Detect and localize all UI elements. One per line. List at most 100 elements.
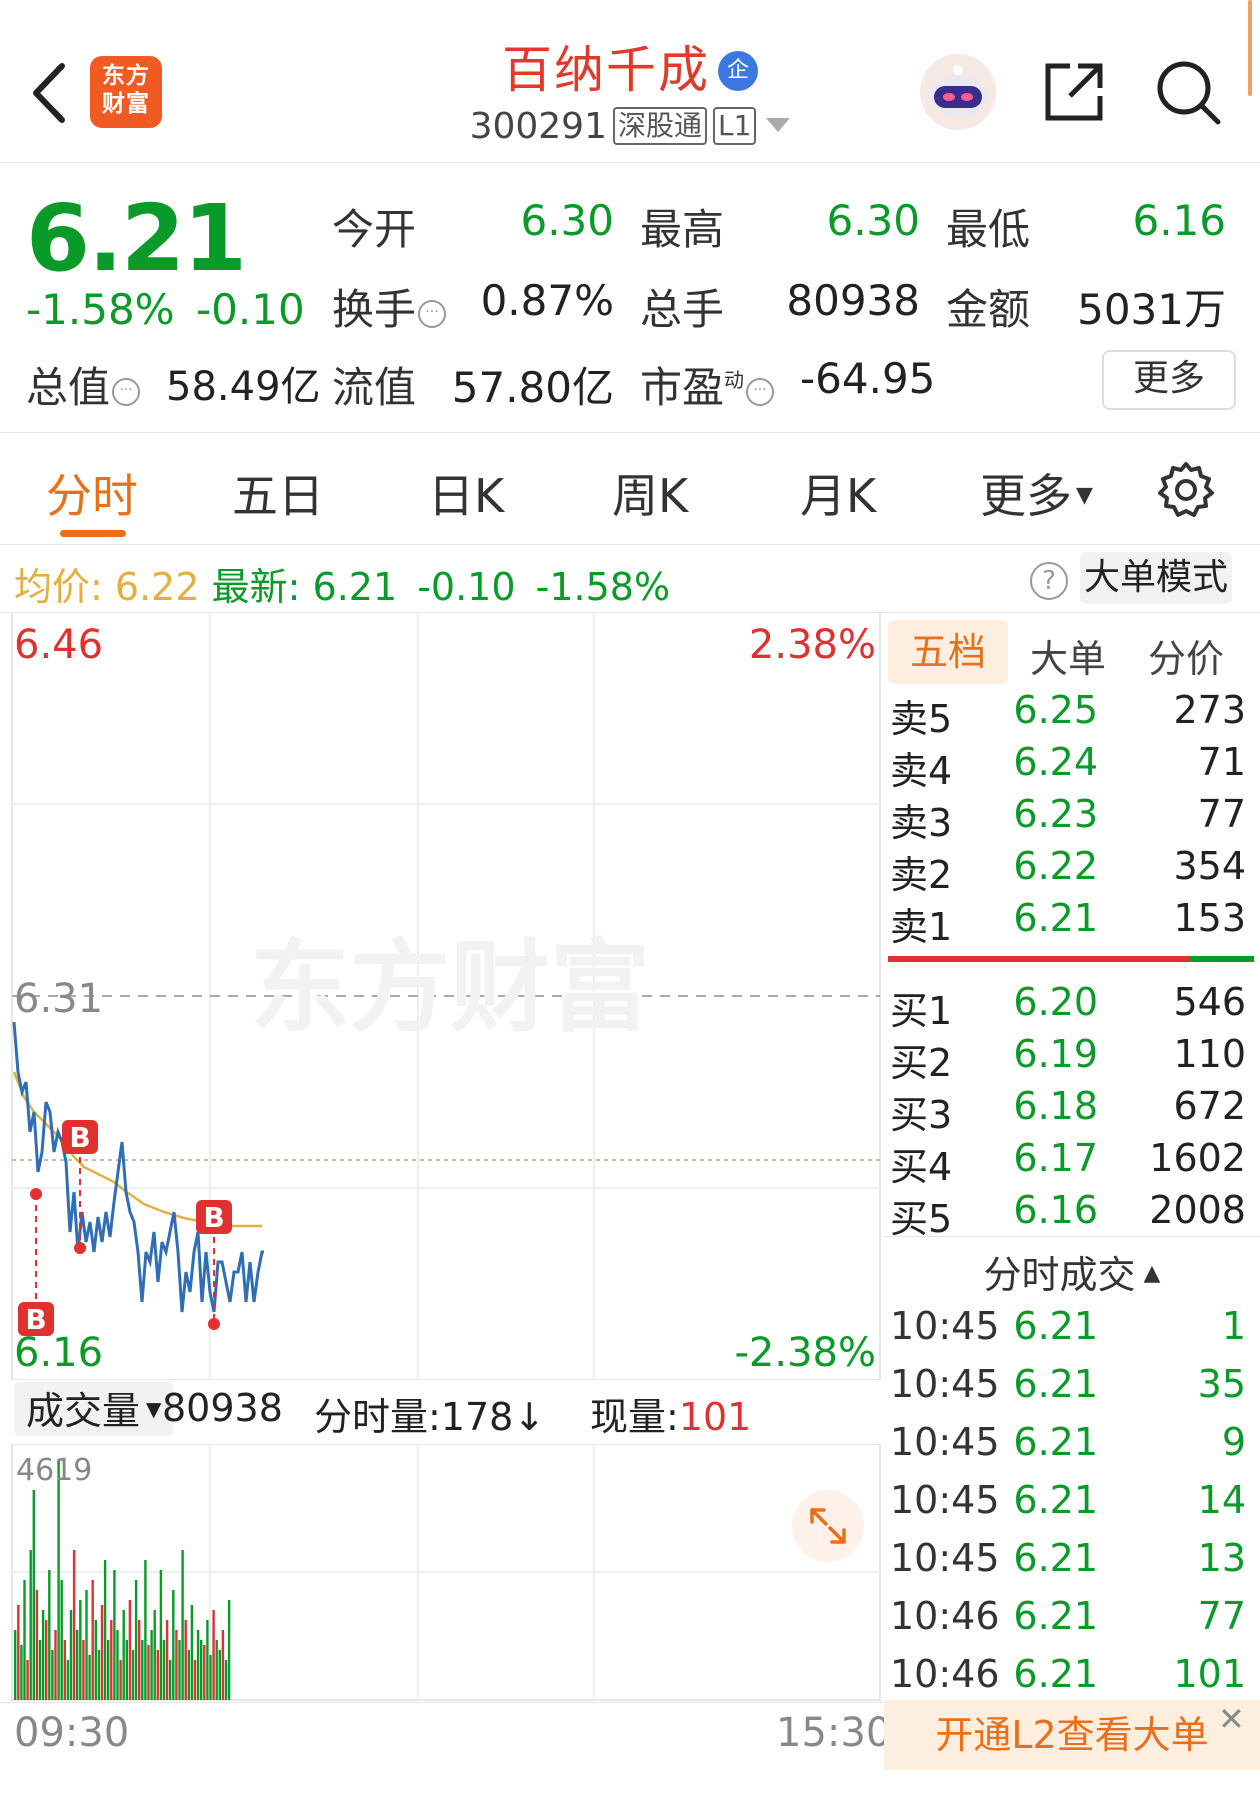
- volume-bar: [88, 1655, 91, 1700]
- volume-bar: [103, 1560, 107, 1700]
- buy-marker-label: B: [69, 1121, 90, 1154]
- big-order-mode-button[interactable]: 大单模式: [1080, 552, 1232, 604]
- bid-row: 买3 6.18 672: [890, 1084, 1246, 1137]
- bid-row: 买1 6.20 546: [890, 980, 1246, 1033]
- low-value: 6.16: [1132, 196, 1226, 245]
- volume-bar: [125, 1640, 128, 1700]
- buy-marker[interactable]: B: [62, 1120, 98, 1154]
- ticks-title[interactable]: 分时成交 ▲: [884, 1244, 1260, 1299]
- tab-monthly-k[interactable]: 月K: [800, 460, 876, 526]
- tick-volume: 9: [1221, 1420, 1246, 1464]
- bid-price: 6.19: [1013, 1032, 1098, 1076]
- tab-weekly-k[interactable]: 周K: [612, 460, 688, 526]
- total-mv-value: 58.49亿: [166, 364, 321, 410]
- ask-row: 卖1 6.21 153: [890, 896, 1246, 949]
- buy-marker[interactable]: B: [196, 1200, 232, 1234]
- tab-daily-k[interactable]: 日K: [428, 460, 504, 526]
- tab-big-orders[interactable]: 大单: [1030, 628, 1106, 683]
- enterprise-badge: 企: [718, 51, 758, 91]
- help-icon[interactable]: ?: [1030, 562, 1068, 600]
- float-mv-label: 流值: [332, 363, 417, 412]
- tick-price: 6.21: [1013, 1362, 1098, 1406]
- volume-bar: [212, 1610, 215, 1700]
- ask-volume: 71: [1197, 740, 1246, 784]
- volume-bar: [69, 1610, 73, 1700]
- caret-down-icon: ▼: [146, 1397, 162, 1421]
- volume-bar: [51, 1650, 54, 1700]
- tick-time: 10:45: [890, 1536, 1000, 1580]
- expand-chart-button[interactable]: [792, 1490, 864, 1562]
- amount-label: 金额: [946, 285, 1031, 334]
- info-dots-icon[interactable]: ···: [746, 378, 775, 406]
- bid-volume: 546: [1173, 980, 1246, 1024]
- bid-ask-ratio-bar: [888, 956, 1254, 962]
- bid-label: 买4: [890, 1145, 953, 1189]
- volume-chart[interactable]: 4619: [0, 1444, 884, 1702]
- volume-bar: [138, 1620, 141, 1700]
- tab-more[interactable]: 更多 ▼: [980, 460, 1093, 526]
- volume-bar: [224, 1660, 228, 1700]
- turnover-label[interactable]: 换手 ···: [332, 276, 447, 337]
- volume-bar: [82, 1640, 85, 1700]
- volume-bar: [122, 1610, 125, 1700]
- ask-price: 6.24: [1013, 740, 1098, 784]
- close-icon[interactable]: ✕: [1218, 1700, 1245, 1738]
- buy-marker-label: B: [25, 1303, 46, 1336]
- volume-bars: [14, 1460, 231, 1700]
- bid-price: 6.18: [1013, 1084, 1098, 1128]
- latest-chg: -0.10: [417, 565, 516, 609]
- more-button[interactable]: 更多: [1102, 350, 1236, 410]
- dropdown-icon[interactable]: [766, 118, 791, 132]
- search-icon[interactable]: [1152, 56, 1226, 130]
- float-mv-value: 57.80亿: [451, 363, 614, 412]
- tab-five-level[interactable]: 五档: [888, 620, 1008, 684]
- current-volume: 现量:101: [590, 1386, 751, 1441]
- ask-price: 6.21: [1013, 896, 1098, 940]
- bid-price: 6.20: [1013, 980, 1098, 1024]
- tab-intraday[interactable]: 分时: [46, 460, 138, 526]
- volume-bar: [26, 1660, 29, 1700]
- volume-bar: [97, 1650, 101, 1700]
- volume-bar: [32, 1490, 35, 1700]
- ticks-title-text: 分时成交: [983, 1253, 1136, 1297]
- robot-assistant-icon[interactable]: [918, 52, 998, 132]
- volume-bar: [79, 1600, 82, 1700]
- tick-volume: 101: [1173, 1652, 1246, 1696]
- tick-volume: 77: [1197, 1594, 1246, 1638]
- caret-down-icon: ▼: [1076, 483, 1093, 508]
- buy-marker[interactable]: B: [18, 1302, 54, 1336]
- bid-row: 买4 6.17 1602: [890, 1136, 1246, 1189]
- volume-bar: [184, 1620, 187, 1700]
- pe-label[interactable]: 市盈动 ···: [640, 354, 775, 415]
- tick-volume: 13: [1197, 1536, 1246, 1580]
- volume-max-label: 4619: [16, 1453, 92, 1488]
- open-l2-banner[interactable]: 开通L2查看大单: [884, 1700, 1260, 1770]
- level-tag: L1: [713, 107, 757, 145]
- bid-price: 6.17: [1013, 1136, 1098, 1180]
- volume-bar: [187, 1650, 190, 1700]
- tick-volume: 1: [1221, 1304, 1246, 1348]
- tab-five-day[interactable]: 五日: [232, 460, 324, 526]
- tick-price: 6.21: [1013, 1652, 1098, 1696]
- volume-bar: [66, 1660, 70, 1700]
- volume-bar: [41, 1610, 45, 1700]
- share-icon[interactable]: [1040, 58, 1108, 126]
- volume-bar: [38, 1640, 42, 1700]
- latest-pct: -1.58%: [535, 565, 671, 609]
- tab-price-dist[interactable]: 分价: [1148, 628, 1224, 683]
- volume-label: 总手: [640, 285, 725, 334]
- tick-time: 10:45: [890, 1420, 1000, 1464]
- total-mv-label[interactable]: 总值 ···: [26, 354, 141, 415]
- settings-gear-icon[interactable]: [1156, 460, 1216, 520]
- minute-volume-value: 178↓: [440, 1395, 546, 1439]
- volume-bar: [209, 1655, 212, 1700]
- pe-value: -64.95: [800, 354, 936, 403]
- info-dots-icon[interactable]: ···: [112, 378, 141, 406]
- volume-bar: [218, 1650, 221, 1700]
- volume-bar: [141, 1640, 144, 1700]
- intraday-chart[interactable]: 东方财富 6.46 6.31 6.16 2.38% -2.38% B B B: [0, 612, 884, 1380]
- info-dots-icon[interactable]: ···: [418, 300, 447, 328]
- volume-bar: [100, 1605, 104, 1700]
- stock-code: 300291: [469, 106, 607, 147]
- volume-selector[interactable]: 成交量 ▼: [14, 1382, 174, 1436]
